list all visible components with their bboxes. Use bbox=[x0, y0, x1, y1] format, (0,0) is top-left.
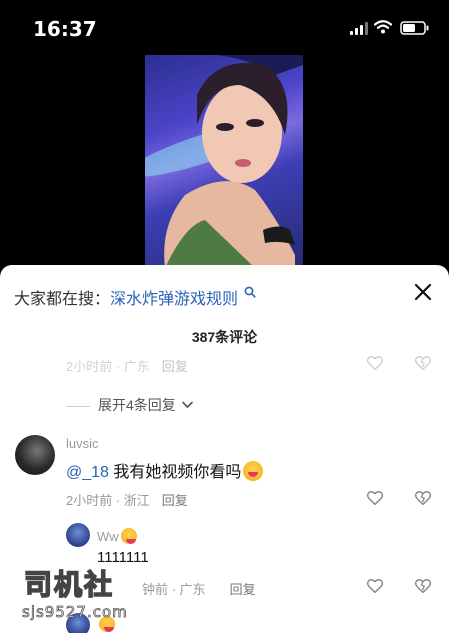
reply-button[interactable]: 回复 bbox=[162, 493, 188, 508]
dislike-icon[interactable] bbox=[414, 489, 432, 507]
emoji-icon bbox=[120, 528, 137, 544]
prev-like-icon[interactable] bbox=[366, 354, 384, 372]
prev-dislike-icon[interactable] bbox=[414, 354, 432, 372]
comment-sheet: 大家都在搜：深水炸弹游戏规则 387条评论 2小时前 · 广东 回复 展开4条回复… bbox=[0, 265, 449, 633]
chevron-down-icon bbox=[181, 401, 193, 408]
video-player[interactable] bbox=[145, 55, 303, 268]
reply-time-location: 钟前 · 广东 bbox=[142, 582, 206, 597]
status-time: 16:37 bbox=[33, 17, 97, 41]
search-term-link[interactable]: 深水炸弹游戏规则 bbox=[110, 291, 238, 308]
comment-meta: 2小时前 · 浙江 回复 bbox=[66, 490, 188, 509]
comment-time-location: 2小时前 · 浙江 bbox=[66, 493, 150, 508]
expand-replies-label: 展开4条回复 bbox=[98, 397, 176, 413]
like-icon[interactable] bbox=[366, 489, 384, 507]
wifi-icon bbox=[374, 20, 392, 34]
mention-link[interactable]: @_18 bbox=[66, 464, 109, 481]
reply-avatar[interactable] bbox=[66, 523, 90, 547]
reply-meta: 钟前 · 广东 回复 bbox=[142, 579, 256, 598]
expand-replies-button[interactable]: 展开4条回复 bbox=[66, 395, 193, 415]
prev-comment-time-location: 2小时前 · 广东 bbox=[66, 359, 150, 374]
reply-reply-button[interactable]: 回复 bbox=[230, 582, 256, 597]
status-bar: 16:37 bbox=[0, 0, 449, 58]
search-icon bbox=[245, 286, 257, 298]
video-frame bbox=[145, 55, 303, 268]
close-icon[interactable] bbox=[411, 280, 435, 304]
battery-icon bbox=[400, 21, 429, 35]
comment-body: 我有她视频你看吗 bbox=[108, 464, 242, 481]
prev-comment-meta: 2小时前 · 广东 回复 bbox=[66, 356, 188, 375]
search-prefix: 大家都在搜： bbox=[14, 291, 111, 308]
watermark-logo: 司机社 bbox=[23, 567, 115, 602]
comment-text: @_18 我有她视频你看吗 bbox=[66, 458, 264, 482]
reply-like-icon[interactable] bbox=[366, 577, 384, 595]
emoji-icon bbox=[243, 461, 264, 481]
divider-line bbox=[66, 405, 90, 407]
avatar[interactable] bbox=[15, 435, 55, 475]
prev-reply-button[interactable]: 回复 bbox=[162, 359, 188, 374]
watermark-url: sjs9527.com bbox=[22, 603, 128, 622]
comment-username[interactable]: luvsic bbox=[66, 436, 99, 451]
signal-icon bbox=[350, 22, 368, 35]
reply-dislike-icon[interactable] bbox=[414, 577, 432, 595]
comment-count: 387条评论 bbox=[191, 329, 258, 345]
suggested-search[interactable]: 大家都在搜：深水炸弹游戏规则 bbox=[14, 285, 257, 309]
reply-username-text: Ww bbox=[97, 529, 119, 544]
reply-username[interactable]: Ww bbox=[97, 528, 137, 544]
